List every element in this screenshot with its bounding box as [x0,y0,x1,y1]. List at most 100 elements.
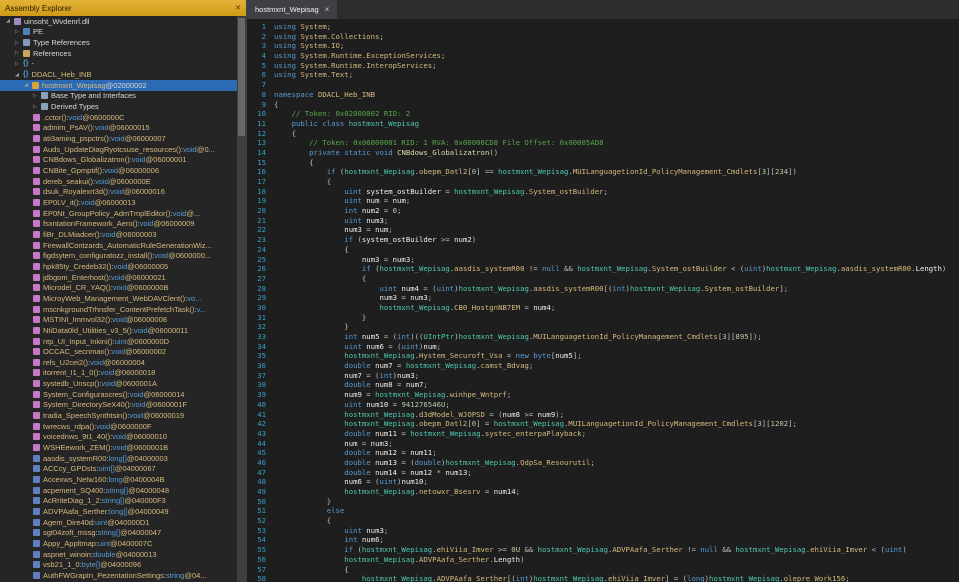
code-line: { [274,245,959,255]
tree-item[interactable]: ACCcy_GPDsts : uint[] @04000067 [0,464,237,475]
code-line: uint system_ostBuilder = hostmxnt_Wepisa… [274,187,959,197]
code-line: double num12 = num11; [274,448,959,458]
tree-item[interactable]: aasdis_systemR00 : long[] @04000003 [0,453,237,464]
close-icon[interactable]: ✕ [235,4,241,12]
namespace-icon: {} [23,60,28,67]
tree-item[interactable]: .cctor() : void @0600000C [0,112,237,123]
expander-closed-icon[interactable]: ▷ [15,29,23,35]
tree-item[interactable]: System_Configurascres() : void @06000014 [0,389,237,400]
code-line: num7 = (int)num3; [274,371,959,381]
tree-item[interactable]: hpk85ty_Credeb32() : void @06000005 [0,261,237,272]
tree-item[interactable]: dereb_seakui() : void @0600000E [0,176,237,187]
method-icon [33,178,40,185]
expander-closed-icon[interactable]: ▷ [15,40,23,46]
code-line: uint num10 = 941276546U; [274,400,959,410]
tab-hostmxnt-wepisag[interactable]: hostmxnt_Wepisag × [247,0,337,19]
tree-item[interactable]: MicroyWeb_Management_WebDAVClent() : vo.… [0,293,237,304]
tab-close-icon[interactable]: × [325,5,330,14]
code-line: using System.Runtime.ExceptionServices; [274,51,959,61]
line-number: 17 [247,177,266,187]
tree-item[interactable]: tradia_SpeechSynthtsin() : void @0600001… [0,410,237,421]
tree-item[interactable]: sgt04zoft_mssg : string[] @04000047 [0,528,237,539]
expander-closed-icon[interactable]: ▷ [33,93,41,99]
tree-item[interactable]: ◢{} DDACL_Heb_INB [0,69,237,80]
tree-item[interactable]: System_DirectorySeX40() : void @0600001F [0,400,237,411]
tree-item[interactable]: ADVPAafa_Serther : long[] @04000049 [0,506,237,517]
tree-item[interactable]: dsuk_Royalexrt3d() : void @06000016 [0,187,237,198]
tree-item[interactable]: mscnkgroundTrhnsfer_ContentPrefetchTask(… [0,304,237,315]
code-line: if (hostmxnt_Wepisag.obepm_Datl2[0] == h… [274,167,959,177]
tree-item[interactable]: Agem_Dire40d : uint @040000D1 [0,517,237,528]
line-number: 48 [247,477,266,487]
tree-item[interactable]: EP0Nt_GroupPolicy_AdmTmplEditor() : void… [0,208,237,219]
tree-item[interactable]: ▷PE [0,27,237,38]
expander-closed-icon[interactable]: ▷ [15,50,23,56]
tree-item[interactable]: vsb21_1_0 : byte[] @04000096 [0,559,237,570]
tree-item[interactable]: systedb_Unscp() : void @0600001A [0,378,237,389]
field-icon [33,465,40,472]
tree-item[interactable]: voicednws_9t1_40() : void @06000010 [0,432,237,443]
field-icon [33,519,40,526]
code-line: uint num3; [274,216,959,226]
tree-item[interactable]: ▷Base Type and Interfaces [0,91,237,102]
tree-item[interactable]: AuthFWGrapIn_PezentationSettings : strin… [0,570,237,581]
tree-item[interactable]: ati3aming_pspctrs() : void @06000007 [0,133,237,144]
method-icon [33,444,40,451]
scrollbar-thumb[interactable] [238,18,245,136]
tree-item[interactable]: figdsytem_configuratozz_install() : void… [0,250,237,261]
tree-item[interactable]: fsxntationFramework_Aero() : void @06000… [0,218,237,229]
tree-item[interactable]: twrecws_rdpa() : void @0600000F [0,421,237,432]
tree-item[interactable]: fiBr_DLMiadcer() : void @06000003 [0,229,237,240]
code-editor[interactable]: 1234567891011121314151617181920212223242… [247,19,959,582]
tree-item[interactable]: WSHEework_ZEM() : void @0600001B [0,442,237,453]
line-number: 21 [247,216,266,226]
field-icon [33,476,40,483]
line-number: 44 [247,439,266,449]
expander-closed-icon[interactable]: ▷ [33,104,41,110]
code-line: // Token: 0x02000002 RID: 2 [274,109,959,119]
code-line: } [274,322,959,332]
tree-item[interactable]: OCCAC_secnmax() : void @06000002 [0,346,237,357]
tree-item[interactable]: ntp_UI_Input_Inkini() : uint @0600000D [0,336,237,347]
tree-item[interactable]: EP0LV_it() : void @06000013 [0,197,237,208]
tree-item[interactable]: FirewallContzards_AutomaticRuleGeneratio… [0,240,237,251]
tree-item[interactable]: refs_U2cei2() : void @06000004 [0,357,237,368]
expander-open-icon[interactable]: ◢ [24,82,32,88]
assembly-explorer-header[interactable]: Assembly Explorer ✕ [0,0,246,16]
tree-item[interactable]: CNBdows_Globalizatron() : void @06000001 [0,155,237,166]
code-line: using System.Collections; [274,32,959,42]
tree-item[interactable]: CNBite_Gpmptif() : void @06000006 [0,165,237,176]
tree-item[interactable]: AcRriteDiag_1_2 : string[] @040000F3 [0,496,237,507]
expander-open-icon[interactable]: ◢ [15,72,23,78]
line-number: 39 [247,390,266,400]
tree-item[interactable]: ◢hostmxnt_Wepisag @02000002 [0,80,237,91]
tree-item[interactable]: MSTINI_Immvol32() : void @06000008 [0,314,237,325]
tree-item[interactable]: admim_PsAV() : void @06000015 [0,123,237,134]
line-number: 7 [247,80,266,90]
tree-item[interactable]: ▷References [0,48,237,59]
code-line: int num2 = 0; [274,206,959,216]
tree-item[interactable]: NtiData0ld_Utilities_v3_5() : void @0600… [0,325,237,336]
code-line: hostmxnt_Wepisag.CB0_HostgnNB7EM = num4; [274,303,959,313]
line-numbers: 1234567891011121314151617181920212223242… [247,22,274,582]
tree-item[interactable]: itorrent_I1_1_0() : void @06000018 [0,368,237,379]
code-line: using System.Runtime.InteropServices; [274,61,959,71]
tree-item[interactable]: ▷{} - [0,59,237,70]
tree-item[interactable]: Appy_Appltmap : uint @0400007C [0,538,237,549]
code-line: num3 = num3; [274,255,959,265]
line-number: 8 [247,90,266,100]
line-number: 2 [247,32,266,42]
tree-item[interactable]: jdbgom_Enterhost() : void @06000021 [0,272,237,283]
tree-scrollbar[interactable] [237,16,246,582]
method-icon [33,231,40,238]
tree-item[interactable]: aspnet_winoin : double @04000013 [0,549,237,560]
tree-item[interactable]: Accexws_Netw160 : long @0400004B [0,474,237,485]
tree-item[interactable]: acpement_SQ400 : string[] @04000048 [0,485,237,496]
tree-item[interactable]: Auds_UpdateDiagRyotcsuse_resources() : v… [0,144,237,155]
expander-closed-icon[interactable]: ▷ [15,61,23,67]
expander-open-icon[interactable]: ◢ [6,18,14,24]
tree-item[interactable]: ▷Derived Types [0,101,237,112]
tree-item[interactable]: ◢uinsoht_Wvdenrl.dll [0,16,237,27]
tree-item[interactable]: ▷Type References [0,37,237,48]
tree-item[interactable]: Microdel_CR_YAQ() : void @0600000B [0,282,237,293]
